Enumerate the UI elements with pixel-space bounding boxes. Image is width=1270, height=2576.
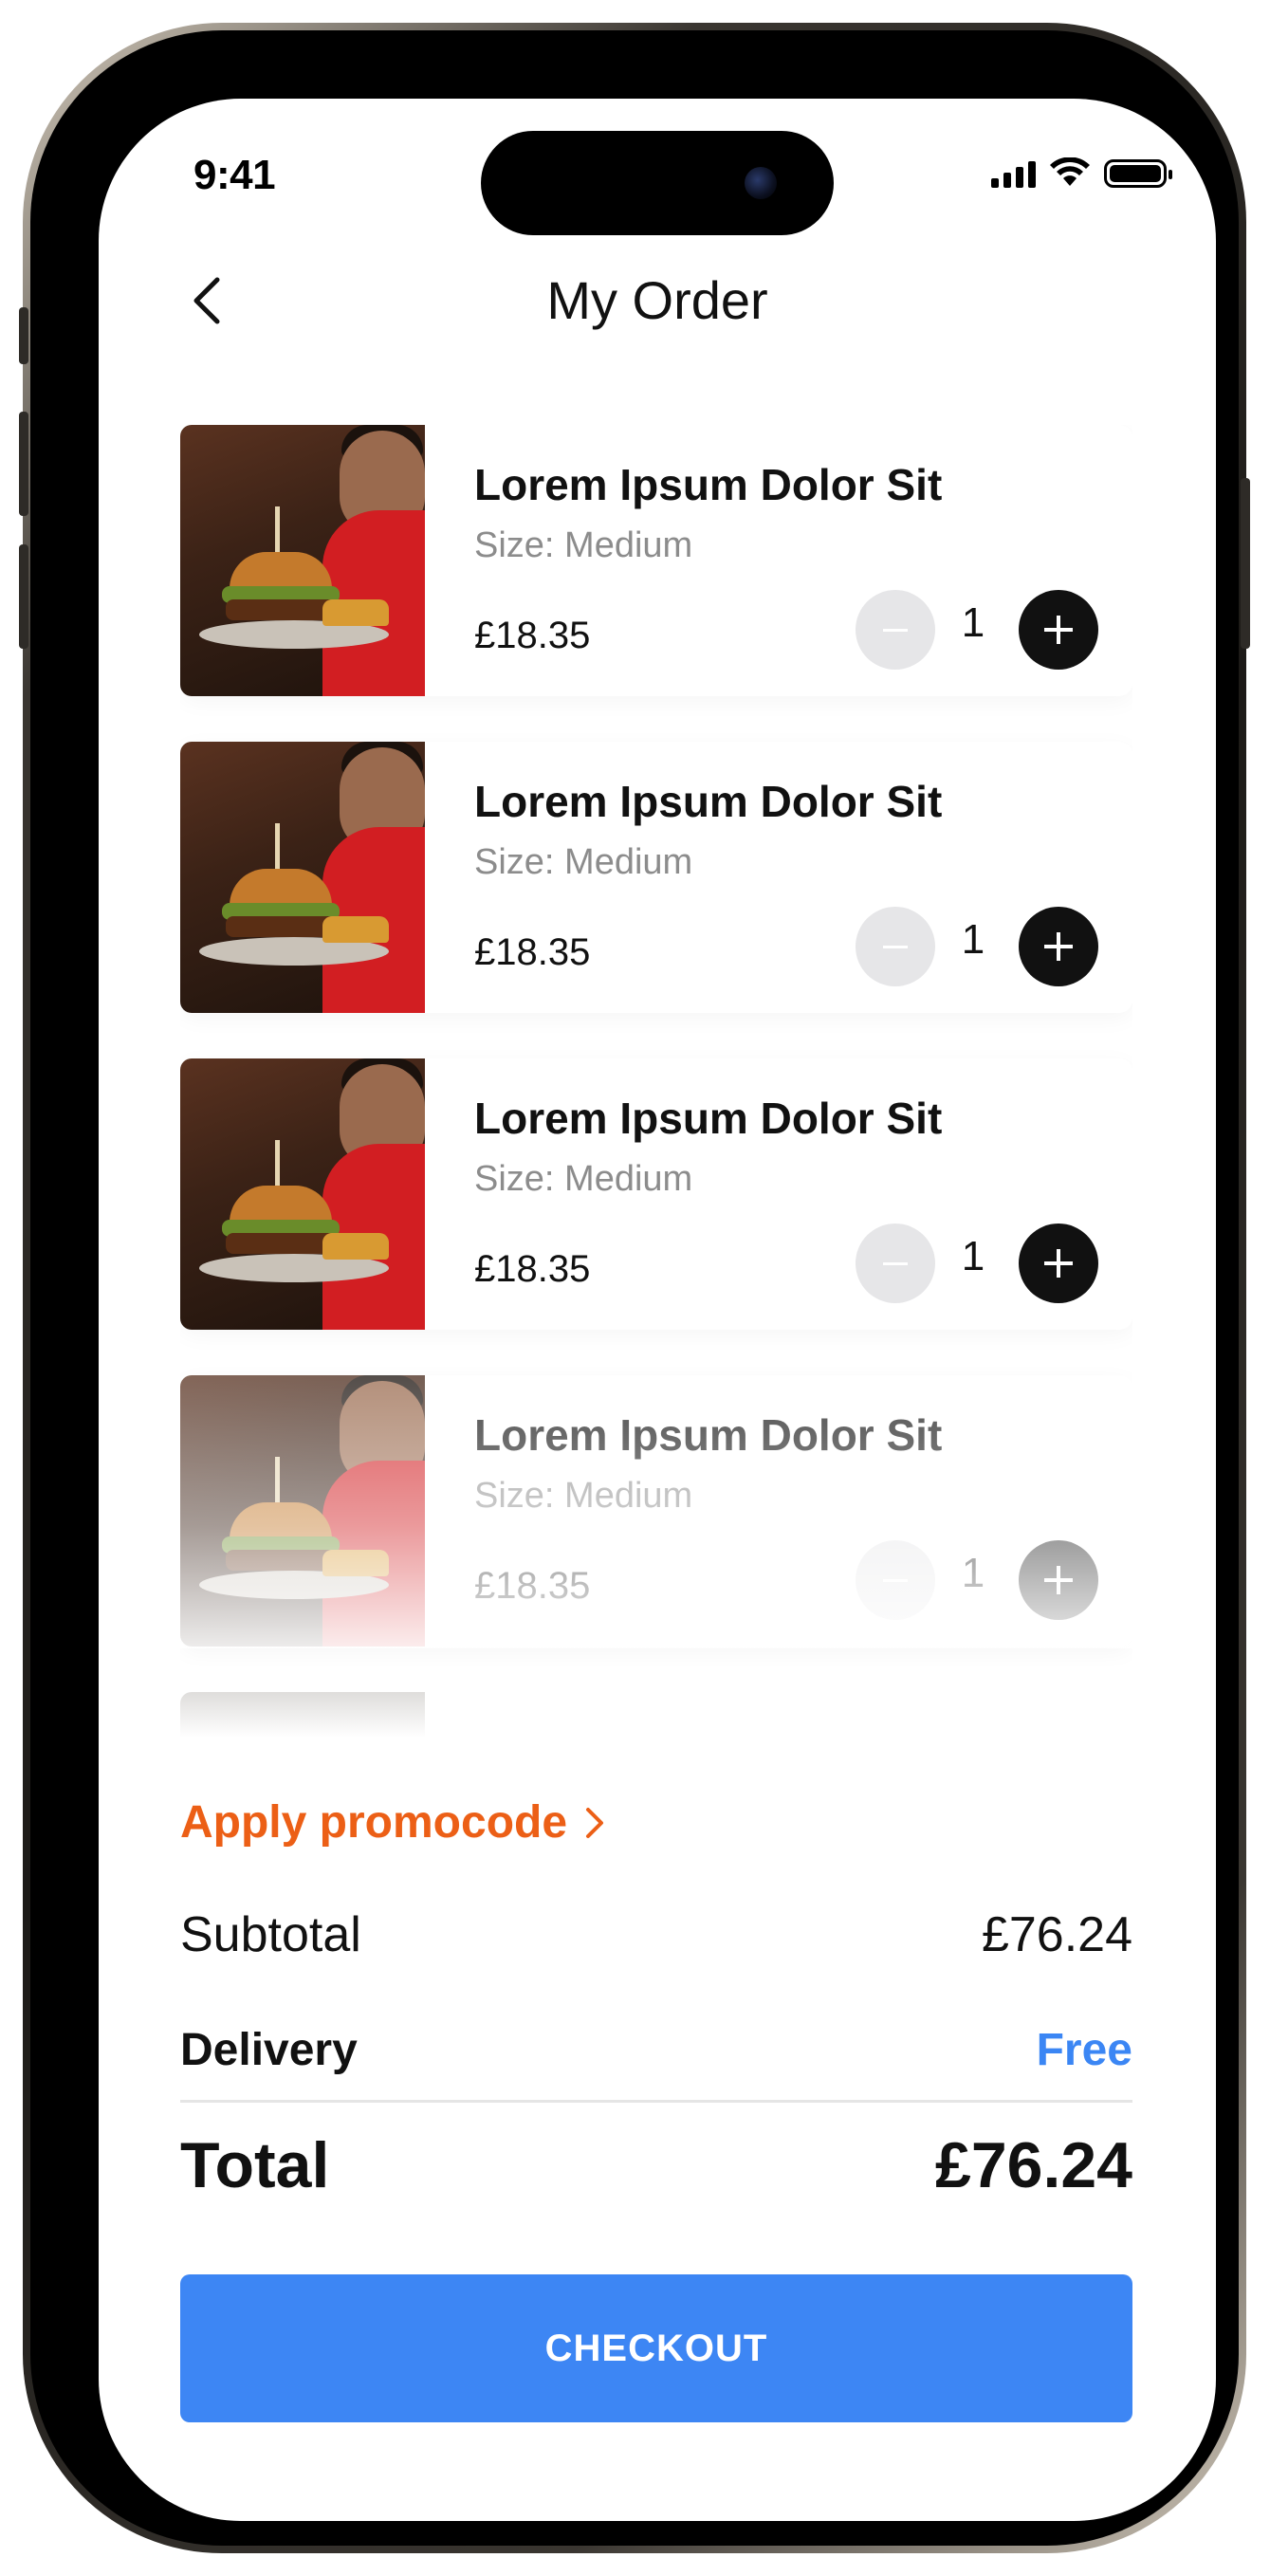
item-title: Lorem Ipsum Dolor Sit (474, 1094, 943, 1143)
subtotal-value: £76.24 (981, 1907, 1132, 1962)
increase-quantity-button[interactable] (1019, 1540, 1098, 1620)
quantity-value: 1 (961, 916, 985, 963)
promo-label: Apply promocode (180, 1797, 568, 1848)
order-item[interactable]: Lorem Ipsum Dolor Sit Size: Medium £18.3… (180, 1375, 1132, 1648)
wifi-icon (1050, 157, 1090, 186)
item-size: Size: Medium (474, 1476, 693, 1516)
minus-icon (883, 1261, 908, 1265)
food-photo (180, 1375, 425, 1647)
volume-up-button (19, 412, 28, 516)
app-screen: 9:41 My Order Lorem Ipsum Dolor Sit Size… (99, 99, 1216, 2521)
status-time: 9:41 (193, 152, 276, 198)
chevron-right-icon (586, 1807, 604, 1838)
volume-down-button (19, 544, 28, 649)
item-price: £18.35 (474, 1248, 591, 1290)
cellular-signal-icon (991, 159, 1036, 188)
decrease-quantity-button[interactable] (856, 907, 935, 986)
subtotal-label: Subtotal (180, 1907, 361, 1962)
item-size: Size: Medium (474, 842, 693, 882)
checkout-button[interactable]: CHECKOUT (180, 2274, 1132, 2422)
action-button (19, 307, 28, 364)
status-icons (991, 157, 1172, 188)
quantity-value: 1 (961, 599, 985, 646)
power-button (1241, 478, 1250, 649)
decrease-quantity-button[interactable] (856, 1224, 935, 1303)
dynamic-island (481, 131, 834, 235)
item-size: Size: Medium (474, 525, 693, 565)
delivery-label: Delivery (180, 2025, 358, 2075)
increase-quantity-button[interactable] (1019, 1224, 1098, 1303)
decrease-quantity-button[interactable] (856, 590, 935, 670)
total-value: £76.24 (935, 2129, 1132, 2201)
apply-promocode-link[interactable]: Apply promocode (180, 1796, 607, 1849)
item-title: Lorem Ipsum Dolor Sit (474, 460, 943, 509)
increase-quantity-button[interactable] (1019, 907, 1098, 986)
order-list: Lorem Ipsum Dolor Sit Size: Medium £18.3… (180, 425, 1132, 1772)
battery-icon (1104, 159, 1172, 188)
item-price: £18.35 (474, 615, 591, 656)
minus-icon (883, 628, 908, 632)
camera-icon (745, 167, 777, 199)
item-title: Lorem Ipsum Dolor Sit (474, 777, 943, 826)
summary-divider (180, 2100, 1132, 2103)
food-photo (180, 1058, 425, 1330)
minus-icon (883, 945, 908, 948)
item-size: Size: Medium (474, 1159, 693, 1199)
food-photo (180, 425, 425, 696)
phone-frame: 9:41 My Order Lorem Ipsum Dolor Sit Size… (19, 23, 1250, 2553)
total-label: Total (180, 2129, 330, 2201)
minus-icon (883, 1578, 908, 1582)
delivery-value: Free (1036, 2025, 1132, 2075)
quantity-value: 1 (961, 1550, 985, 1596)
item-title: Lorem Ipsum Dolor Sit (474, 1410, 943, 1460)
food-photo (180, 742, 425, 1013)
item-price: £18.35 (474, 931, 591, 973)
page-title: My Order (546, 270, 768, 330)
decrease-quantity-button[interactable] (856, 1540, 935, 1620)
order-item[interactable]: Lorem Ipsum Dolor Sit Size: Medium £18.3… (180, 1058, 1132, 1330)
quantity-value: 1 (961, 1233, 985, 1279)
increase-quantity-button[interactable] (1019, 590, 1098, 670)
order-item[interactable]: Lorem Ipsum Dolor Sit Size: Medium £18.3… (180, 742, 1132, 1013)
order-item[interactable]: Lorem Ipsum Dolor Sit Size: Medium £18.3… (180, 425, 1132, 696)
item-price: £18.35 (474, 1565, 591, 1607)
order-item-peek (180, 1692, 425, 1749)
